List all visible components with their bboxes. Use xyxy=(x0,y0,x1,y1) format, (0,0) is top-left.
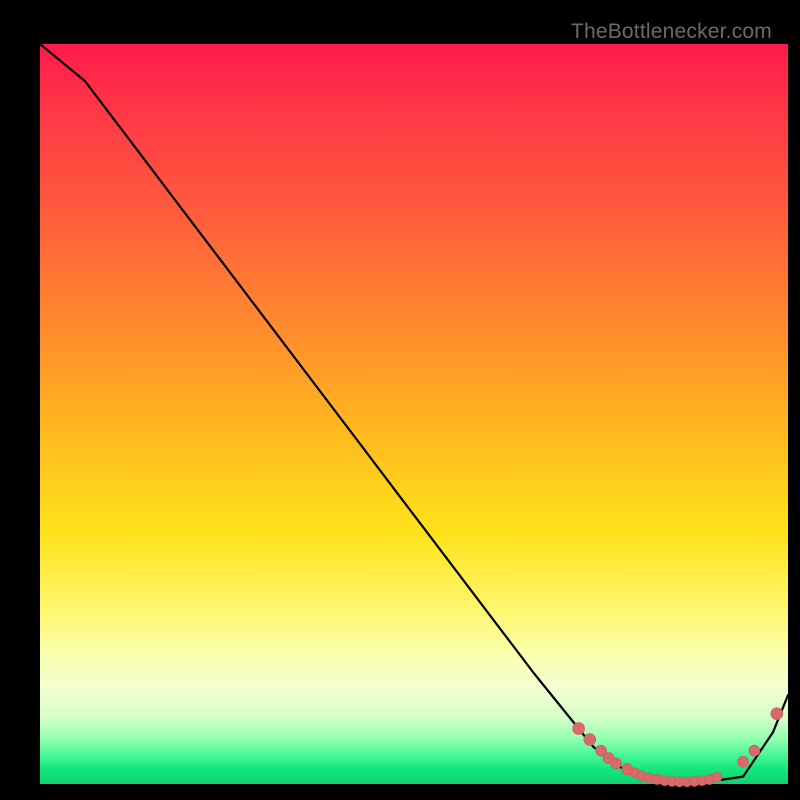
curve-marker xyxy=(712,772,722,782)
watermark-label: TheBottlenecker.com xyxy=(571,20,772,44)
plot-area xyxy=(40,44,788,784)
chart-frame: TheBottlenecker.com xyxy=(14,14,786,786)
bottleneck-curve xyxy=(40,44,788,784)
curve-marker xyxy=(611,758,622,769)
curve-marker xyxy=(749,745,760,756)
curve-path xyxy=(40,44,788,782)
curve-markers xyxy=(573,708,783,787)
curve-marker xyxy=(584,734,596,746)
curve-marker xyxy=(573,723,585,735)
curve-marker xyxy=(738,756,749,767)
curve-marker xyxy=(771,708,783,720)
